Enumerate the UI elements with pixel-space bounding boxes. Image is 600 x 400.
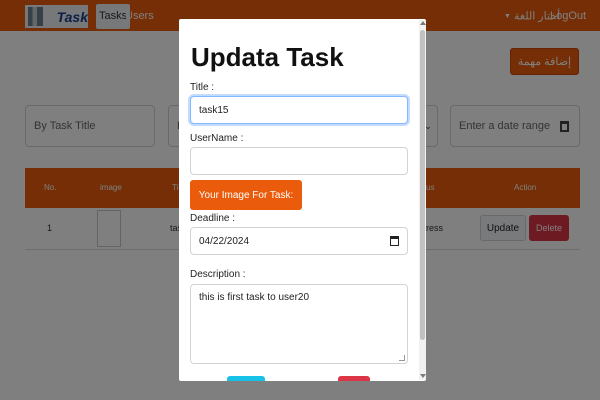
upload-image-button[interactable]: Your Image For Task:	[190, 180, 302, 210]
username-input[interactable]	[190, 147, 408, 175]
username-label: UserName :	[190, 133, 244, 144]
title-input[interactable]: task15	[190, 96, 408, 124]
deadline-label: Deadline :	[190, 213, 236, 224]
description-value: this is first task to user20	[199, 292, 310, 303]
scroll-up-arrow-icon[interactable]	[420, 21, 426, 25]
modal-title: Updata Task	[191, 42, 344, 72]
description-label: Description :	[190, 269, 246, 280]
calendar-icon[interactable]	[390, 236, 399, 246]
modal-scrollbar-thumb[interactable]	[420, 30, 425, 340]
scroll-down-arrow-icon[interactable]	[420, 374, 426, 378]
resize-handle-icon[interactable]	[399, 355, 405, 361]
deadline-input[interactable]: 04/22/2024	[190, 227, 408, 255]
close-button[interactable]	[338, 376, 370, 381]
deadline-value: 04/22/2024	[199, 235, 250, 247]
description-textarea[interactable]: this is first task to user20	[190, 284, 408, 364]
save-button[interactable]	[227, 376, 265, 381]
update-task-modal: Updata Task Title : task15 UserName : Yo…	[179, 19, 426, 381]
title-label: Title :	[190, 82, 215, 93]
